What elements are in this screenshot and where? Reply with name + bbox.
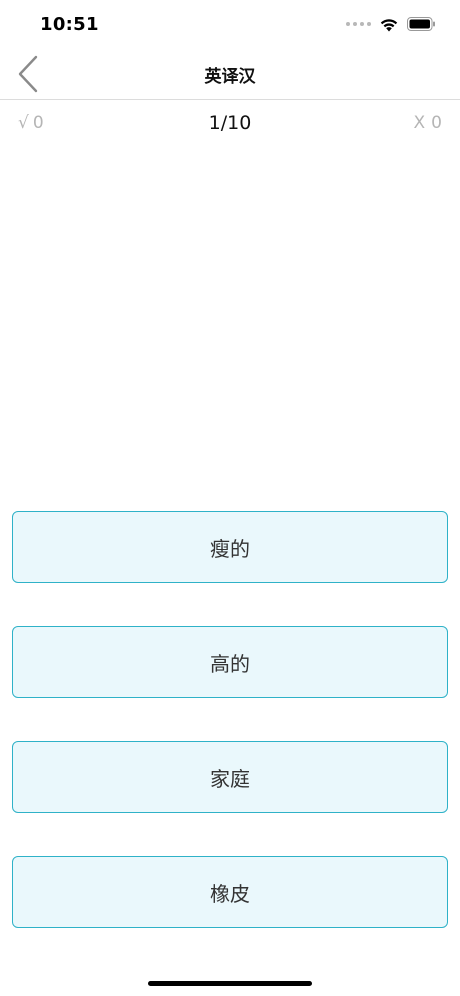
score-row: √ 0 1/10 X 0	[0, 100, 460, 148]
status-icons	[346, 16, 436, 32]
navigation-bar: 英译汉	[0, 48, 460, 100]
answer-option-4[interactable]: 橡皮	[12, 856, 448, 928]
battery-icon	[407, 17, 435, 31]
answer-option-1[interactable]: 瘦的	[12, 511, 448, 583]
answer-option-label: 瘦的	[210, 536, 250, 561]
status-bar: 10:51	[0, 0, 460, 50]
page-title: 英译汉	[204, 67, 256, 87]
answer-option-3[interactable]: 家庭	[12, 741, 448, 813]
home-indicator[interactable]	[148, 981, 312, 986]
answer-option-label: 橡皮	[210, 881, 250, 906]
status-time: 10:51	[40, 14, 99, 35]
answer-option-label: 家庭	[210, 766, 250, 791]
answer-options: 瘦的 高的 家庭 橡皮	[12, 511, 448, 971]
wrong-counter: X 0	[414, 113, 442, 133]
cellular-signal-icon	[346, 22, 371, 26]
wifi-icon	[380, 18, 398, 31]
answer-option-label: 高的	[210, 651, 250, 676]
wrong-count-value: 0	[431, 113, 442, 133]
answer-option-2[interactable]: 高的	[12, 626, 448, 698]
wrong-x-icon: X	[413, 113, 426, 133]
question-progress: 1/10	[208, 112, 252, 134]
